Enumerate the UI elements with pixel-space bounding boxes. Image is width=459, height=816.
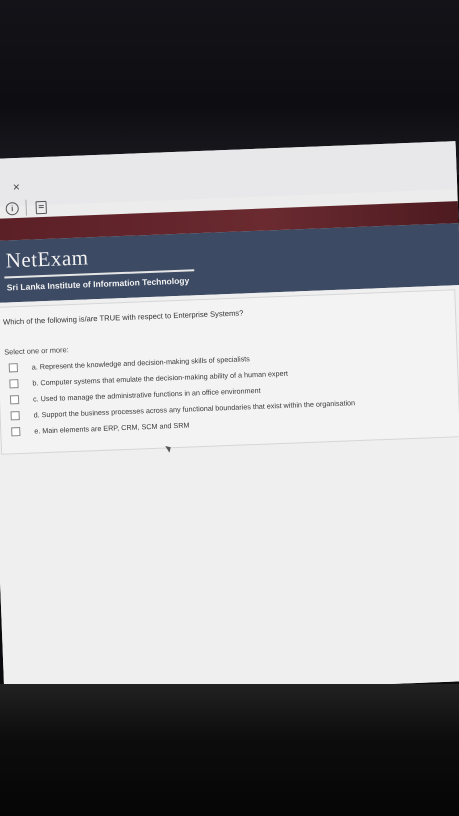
checkbox[interactable] — [10, 410, 20, 420]
close-icon[interactable]: × — [13, 180, 21, 194]
institute-name: Sri Lanka Institute of Information Techn… — [6, 275, 190, 293]
checkbox[interactable] — [8, 362, 18, 372]
screen-photo: × i NetExam Sri Lanka Institute of Infor… — [0, 141, 459, 699]
checkbox[interactable] — [9, 394, 20, 404]
dark-background-bottom — [0, 684, 459, 816]
toolbar-divider — [25, 199, 28, 216]
info-icon[interactable]: i — [5, 201, 19, 216]
question-text: Which of the following is/are TRUE with … — [2, 308, 244, 327]
checkbox[interactable] — [11, 426, 21, 436]
option-label: e. Main elements are ERP, CRM, SCM and S… — [34, 420, 190, 436]
select-instruction: Select one or more: — [4, 345, 69, 357]
checkbox[interactable] — [9, 378, 19, 388]
option-e[interactable]: e. Main elements are ERP, CRM, SCM and S… — [11, 419, 190, 438]
main-content: Which of the following is/are TRUE with … — [0, 285, 459, 699]
site-logo[interactable]: NetExam — [5, 245, 89, 273]
question-panel: Which of the following is/are TRUE with … — [0, 289, 459, 455]
page-icon[interactable] — [35, 200, 47, 215]
